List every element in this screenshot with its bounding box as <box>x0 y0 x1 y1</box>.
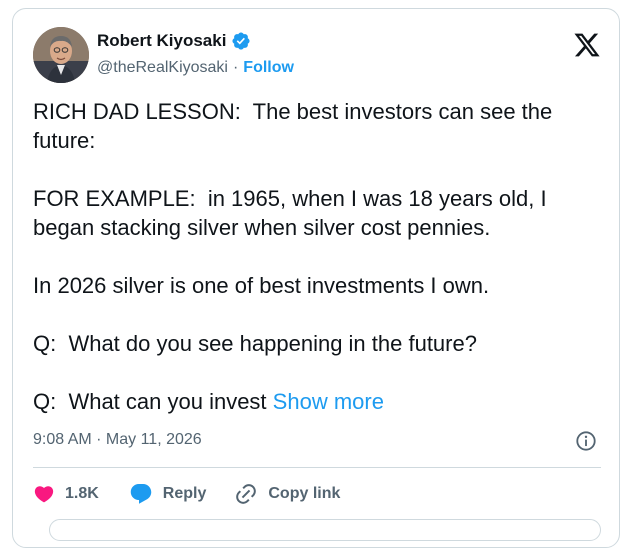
author-name[interactable]: Robert Kiyosaki <box>97 31 226 51</box>
reply-button[interactable]: Reply <box>129 482 207 506</box>
show-more-link[interactable]: Show more <box>273 389 384 414</box>
separator-dot: · <box>232 59 239 76</box>
tweet-paragraph-last: Q: What can you invest Show more <box>33 387 603 416</box>
x-logo-icon[interactable] <box>573 31 601 59</box>
link-icon <box>234 482 258 506</box>
tweet-paragraph: RICH DAD LESSON: The best investors can … <box>33 99 559 153</box>
author-handle[interactable]: @theRealKiyosaki <box>97 59 228 77</box>
info-icon[interactable] <box>575 430 597 452</box>
tweet-timestamp[interactable]: 9:08 AM · May 11, 2026 <box>33 431 202 449</box>
read-replies-button[interactable] <box>49 519 601 541</box>
tweet-paragraph-text: Q: What can you invest <box>33 389 273 414</box>
copy-link-button[interactable]: Copy link <box>234 482 340 506</box>
like-button[interactable]: 1.8K <box>33 483 99 505</box>
tweet-card: Robert Kiyosaki @theRealKiyosaki · Follo… <box>12 8 620 548</box>
tweet-paragraph: FOR EXAMPLE: in 1965, when I was 18 year… <box>33 186 553 240</box>
tweet-text: RICH DAD LESSON: The best investors can … <box>33 97 603 416</box>
author-name-row: Robert Kiyosaki <box>97 31 251 51</box>
copy-link-label: Copy link <box>268 485 341 502</box>
author-handle-row: @theRealKiyosaki · Follow <box>97 59 294 77</box>
follow-button[interactable]: Follow <box>243 59 294 77</box>
heart-icon <box>33 483 55 505</box>
reply-label: Reply <box>162 485 207 502</box>
avatar[interactable] <box>33 27 89 83</box>
like-count: 1.8K <box>65 485 99 502</box>
reply-icon <box>129 482 153 506</box>
verified-badge-icon <box>231 31 251 51</box>
divider <box>33 467 601 468</box>
action-bar: 1.8K Reply Copy link <box>33 479 340 509</box>
tweet-paragraph: Q: What do you see happening in the futu… <box>33 331 477 356</box>
tweet-paragraph: In 2026 silver is one of best investment… <box>33 273 490 298</box>
